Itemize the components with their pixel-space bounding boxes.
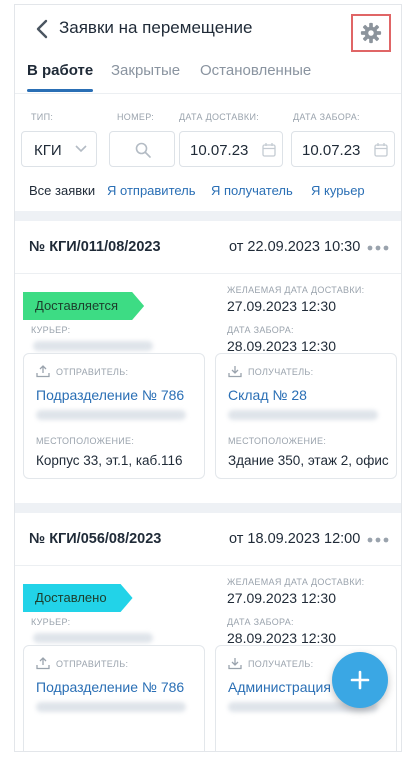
download-icon xyxy=(228,366,242,378)
recipient-panel[interactable]: ПОЛУЧАТЕЛЬ: Склад № 28 МЕСТОПОЛОЖЕНИЕ: З… xyxy=(215,353,397,479)
courier-label: КУРЬЕР: xyxy=(31,325,71,335)
gear-icon xyxy=(360,22,382,44)
number-search-input[interactable] xyxy=(109,131,175,167)
sender-location: Корпус 33, эт.1, каб.116 xyxy=(36,453,183,468)
settings-button[interactable] xyxy=(351,14,391,52)
sender-panel[interactable]: ОТПРАВИТЕЛЬ: Подразделение № 786 МЕСТОПО… xyxy=(23,353,205,479)
sender-detail-redacted xyxy=(36,702,186,712)
app-screen: Заявки на перемещение В работе Закрытые … xyxy=(14,4,402,752)
tab-in-progress[interactable]: В работе xyxy=(27,62,93,79)
recipient-label: ПОЛУЧАТЕЛЬ: xyxy=(248,659,314,669)
request-date: от 22.09.2023 10:30 xyxy=(229,239,361,255)
type-label: ТИП: xyxy=(31,112,54,122)
pickup-label: ДАТА ЗАБОРА: xyxy=(227,325,294,335)
sender-name[interactable]: Подразделение № 786 xyxy=(36,387,184,403)
sender-location-label: МЕСТОПОЛОЖЕНИЕ: xyxy=(36,436,135,446)
recipient-name[interactable]: Склад № 28 xyxy=(228,387,307,403)
desired-delivery-value: 27.09.2023 12:30 xyxy=(227,298,336,314)
courier-label: КУРЬЕР: xyxy=(31,617,71,627)
request-number: № КГИ/011/08/2023 xyxy=(29,239,161,255)
request-number: № КГИ/056/08/2023 xyxy=(29,531,162,547)
number-label: НОМЕР: xyxy=(117,112,155,122)
search-icon xyxy=(135,142,151,158)
delivery-date-label: ДАТА ДОСТАВКИ: xyxy=(179,112,260,122)
desired-delivery-label: ЖЕЛАЕМАЯ ДАТА ДОСТАВКИ: xyxy=(227,285,365,295)
chevron-left-icon[interactable] xyxy=(31,17,55,41)
sender-detail-redacted xyxy=(36,410,186,420)
divider xyxy=(15,273,401,274)
status-badge: Доставлено xyxy=(23,584,133,612)
calendar-icon xyxy=(262,143,276,157)
plus-icon xyxy=(350,670,370,690)
pickup-value: 28.09.2023 12:30 xyxy=(227,630,336,646)
delivery-date-field[interactable]: 10.07.23 xyxy=(179,131,283,167)
recipient-location: Здание 350, этаж 2, офис xyxy=(228,453,389,468)
sender-panel[interactable]: ОТПРАВИТЕЛЬ: Подразделение № 786 xyxy=(23,645,205,751)
more-options-icon[interactable] xyxy=(367,245,389,251)
courier-name-redacted xyxy=(33,633,153,643)
chevron-down-icon xyxy=(75,145,87,153)
request-card[interactable]: № КГИ/011/08/2023 от 22.09.2023 10:30 До… xyxy=(15,221,401,503)
top-bar: Заявки на перемещение xyxy=(15,5,401,53)
recipient-label: ПОЛУЧАТЕЛЬ: xyxy=(248,367,314,377)
recipient-name[interactable]: Администрация в xyxy=(228,679,342,695)
status-badge: Доставляется xyxy=(23,292,144,320)
type-select-value: КГИ xyxy=(34,142,62,159)
tab-bar: В работе Закрытые Остановленные xyxy=(15,53,401,93)
desired-delivery-label: ЖЕЛАЕМАЯ ДАТА ДОСТАВКИ: xyxy=(227,577,365,587)
filter-i-am-sender[interactable]: Я отправитель xyxy=(107,183,196,198)
request-date: от 18.09.2023 12:00 xyxy=(229,531,361,547)
sender-name[interactable]: Подразделение № 786 xyxy=(36,679,184,695)
pickup-value: 28.09.2023 12:30 xyxy=(227,338,336,354)
upload-icon xyxy=(36,365,50,378)
tab-closed[interactable]: Закрытые xyxy=(111,62,180,79)
courier-name-redacted xyxy=(33,341,153,351)
pickup-date-field[interactable]: 10.07.23 xyxy=(291,131,395,167)
sender-label: ОТПРАВИТЕЛЬ: xyxy=(56,659,129,669)
tab-stopped[interactable]: Остановленные xyxy=(200,62,311,79)
recipient-location-label: МЕСТОПОЛОЖЕНИЕ: xyxy=(228,436,327,446)
delivery-date-value: 10.07.23 xyxy=(190,142,249,159)
active-tab-indicator xyxy=(27,89,93,92)
pickup-date-value: 10.07.23 xyxy=(302,142,361,159)
upload-icon xyxy=(36,657,50,670)
filter-panel: ТИП: НОМЕР: ДАТА ДОСТАВКИ: ДАТА ЗАБОРА: … xyxy=(15,93,401,211)
sender-label: ОТПРАВИТЕЛЬ: xyxy=(56,367,129,377)
page-title: Заявки на перемещение xyxy=(59,18,253,37)
divider xyxy=(15,565,401,566)
download-icon xyxy=(228,658,242,670)
add-request-button[interactable] xyxy=(332,652,388,708)
request-card[interactable]: № КГИ/056/08/2023 от 18.09.2023 12:00 До… xyxy=(15,513,401,751)
desired-delivery-value: 27.09.2023 12:30 xyxy=(227,590,336,606)
filter-i-am-recipient[interactable]: Я получатель xyxy=(211,183,293,198)
filter-i-am-courier[interactable]: Я курьер xyxy=(311,183,365,198)
filter-all-requests[interactable]: Все заявки xyxy=(29,183,95,198)
more-options-icon[interactable] xyxy=(367,537,389,543)
calendar-icon xyxy=(374,143,388,157)
pickup-date-label: ДАТА ЗАБОРА: xyxy=(293,112,360,122)
recipient-detail-redacted xyxy=(228,410,378,420)
pickup-label: ДАТА ЗАБОРА: xyxy=(227,617,294,627)
type-select[interactable]: КГИ xyxy=(21,131,97,167)
